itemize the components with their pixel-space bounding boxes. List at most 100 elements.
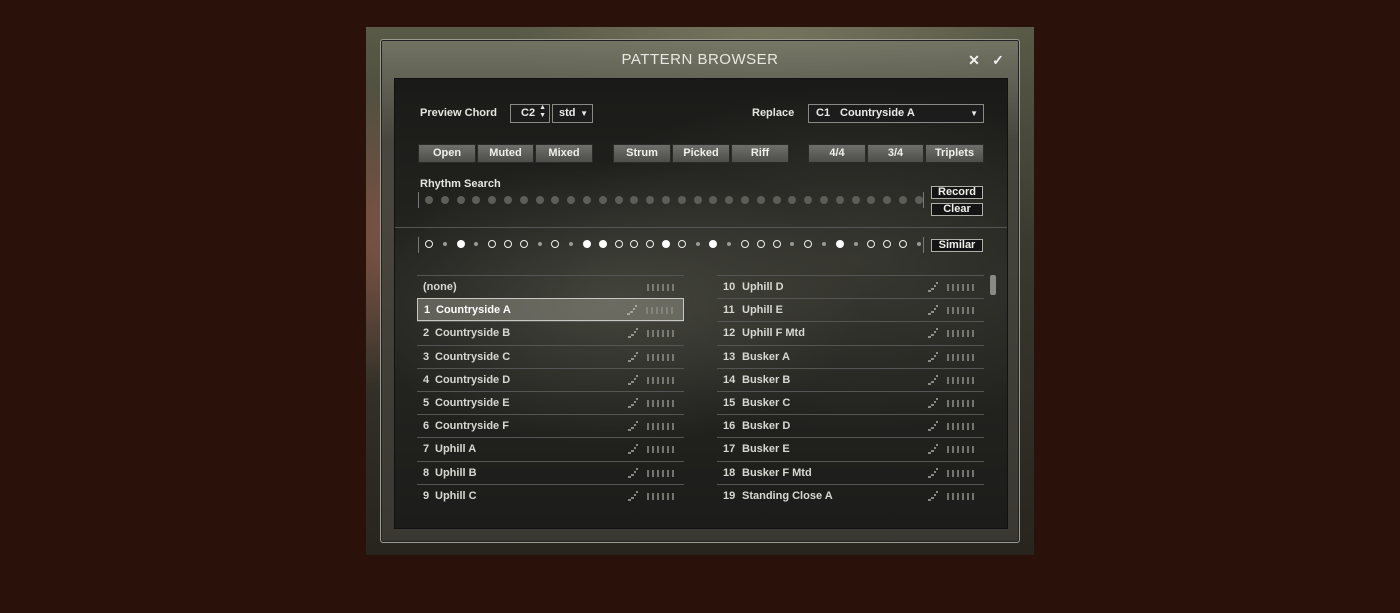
pattern-name: (none) — [423, 281, 457, 293]
rhythm-step-dot[interactable] — [662, 196, 670, 204]
note-dot — [630, 240, 639, 248]
level-meter-icon — [947, 353, 977, 361]
stepper-arrows-icon[interactable]: ▲ ▼ — [539, 104, 546, 120]
preview-chord-stepper[interactable]: C2 ▲ ▼ — [510, 104, 550, 123]
rhythm-step-dot[interactable] — [835, 196, 844, 204]
filter-strum-button[interactable]: Strum — [613, 144, 671, 163]
pattern-list-item[interactable]: 8 Uphill B — [417, 460, 684, 484]
pattern-list-item[interactable]: 2 Countryside B — [417, 321, 684, 344]
rhythm-step-dot[interactable] — [425, 196, 433, 204]
pattern-name: Countryside B — [435, 327, 511, 340]
scrollbar-thumb[interactable] — [990, 275, 996, 295]
rhythm-step-dot[interactable] — [551, 196, 560, 204]
pattern-number: 7 — [423, 443, 430, 456]
chevron-down-icon: ▼ — [970, 109, 978, 118]
rhythm-step-dot[interactable] — [535, 196, 544, 204]
filter-4-4-button[interactable]: 4/4 — [808, 144, 866, 163]
pattern-name: Busker A — [742, 350, 790, 363]
pattern-list-item[interactable]: 6 Countryside F — [417, 414, 684, 437]
rhythm-step-dot[interactable] — [614, 196, 623, 204]
record-button[interactable]: Record — [931, 186, 983, 199]
pattern-list-item[interactable]: 10 Uphill D — [717, 275, 984, 298]
filter-picked-button[interactable]: Picked — [672, 144, 730, 163]
pattern-list-item[interactable]: 16 Busker D — [717, 414, 984, 437]
filter-riff-button[interactable]: Riff — [731, 144, 789, 163]
filter-muted-button[interactable]: Muted — [477, 144, 534, 163]
pattern-list-item[interactable]: 7 Uphill A — [417, 437, 684, 460]
pattern-list-item[interactable]: 3 Countryside C — [417, 344, 684, 368]
pattern-list-item[interactable]: 4 Countryside D — [417, 367, 684, 391]
rhythm-search-grid[interactable] — [419, 196, 924, 208]
close-icon[interactable]: ✕ — [966, 52, 982, 69]
rhythm-step-dot[interactable] — [820, 196, 828, 204]
pattern-list-item[interactable]: 5 Countryside E — [417, 391, 684, 414]
accent-note-dot — [456, 240, 465, 248]
rhythm-step-dot[interactable] — [519, 196, 528, 204]
note-dot — [551, 240, 560, 248]
rhythm-step-dot[interactable] — [583, 196, 591, 204]
rhythm-step-dot[interactable] — [456, 196, 465, 204]
replace-pattern: Countryside A — [840, 107, 915, 119]
replace-dropdown[interactable]: C1 Countryside A ▼ — [808, 104, 984, 123]
filter-mixed-button[interactable]: Mixed — [535, 144, 593, 163]
rhythm-step-dot[interactable] — [440, 196, 449, 204]
pattern-list-item[interactable]: 14 Busker B — [717, 367, 984, 391]
pattern-list-item[interactable]: 1 Countryside A — [417, 298, 684, 322]
level-meter-icon — [647, 469, 677, 477]
pattern-list-item[interactable]: 17 Busker E — [717, 437, 984, 460]
note-dot — [867, 240, 876, 248]
rhythm-step-dot[interactable] — [504, 196, 512, 204]
rhythm-step-dot[interactable] — [693, 196, 702, 204]
level-meter-icon — [647, 492, 677, 500]
chord-type-value: std — [559, 107, 576, 119]
rhythm-step-dot[interactable] — [677, 196, 686, 204]
chord-type-dropdown[interactable]: std ▼ — [552, 104, 593, 123]
rhythm-step-dot[interactable] — [725, 196, 734, 204]
pattern-list-item[interactable]: 12 Uphill F Mtd — [717, 321, 984, 344]
pattern-list-item[interactable]: 9 Uphill C — [417, 483, 684, 507]
chevron-down-icon: ▼ — [580, 109, 588, 118]
filter-3-4-button[interactable]: 3/4 — [867, 144, 924, 163]
pattern-name: Countryside E — [435, 397, 510, 409]
rhythm-step-dot[interactable] — [851, 196, 860, 204]
rhythm-step-dot[interactable] — [709, 196, 718, 204]
pattern-number: 17 — [723, 443, 736, 456]
accent-note-dot — [662, 240, 670, 248]
rhythm-step-dot[interactable] — [899, 196, 907, 204]
pattern-list-item[interactable]: 19 Standing Close A — [717, 483, 984, 507]
rhythm-step-dot[interactable] — [630, 196, 639, 204]
level-meter-icon — [947, 446, 977, 454]
pattern-list-item[interactable]: 15 Busker C — [717, 391, 984, 414]
rest-dot — [790, 242, 795, 246]
pattern-list-item[interactable]: (none) — [417, 275, 684, 298]
filter-open-button[interactable]: Open — [418, 144, 476, 163]
rhythm-step-dot[interactable] — [488, 196, 497, 204]
rhythm-step-dot[interactable] — [741, 196, 749, 204]
rhythm-step-dot[interactable] — [804, 196, 813, 204]
rhythm-step-dot[interactable] — [756, 196, 765, 204]
clear-button[interactable]: Clear — [931, 203, 983, 216]
level-meter-icon — [947, 307, 977, 315]
pattern-list-item[interactable]: 18 Busker F Mtd — [717, 460, 984, 484]
pattern-list-item[interactable]: 13 Busker A — [717, 344, 984, 368]
similar-button[interactable]: Similar — [931, 239, 983, 252]
rhythm-step-dot[interactable] — [772, 196, 781, 204]
rhythm-step-dot[interactable] — [867, 196, 876, 204]
level-meter-icon — [647, 423, 677, 431]
rhythm-step-dot[interactable] — [567, 196, 576, 204]
level-meter-icon — [947, 330, 977, 338]
confirm-check-icon[interactable]: ✓ — [990, 52, 1006, 69]
strum-pattern-icon — [628, 491, 638, 501]
rhythm-step-dot[interactable] — [646, 196, 655, 204]
pattern-name: Busker E — [742, 443, 790, 456]
rhythm-step-dot[interactable] — [788, 196, 797, 204]
rhythm-step-dot[interactable] — [914, 196, 923, 204]
rest-dot — [537, 242, 542, 246]
rhythm-step-dot[interactable] — [883, 196, 892, 204]
pattern-list-item[interactable]: 11 Uphill E — [717, 298, 984, 321]
filter-triplets-button[interactable]: Triplets — [925, 144, 984, 163]
rhythm-step-dot[interactable] — [472, 196, 481, 204]
note-dot — [519, 240, 528, 248]
pattern-name: Countryside A — [436, 304, 511, 317]
rhythm-step-dot[interactable] — [598, 196, 607, 204]
